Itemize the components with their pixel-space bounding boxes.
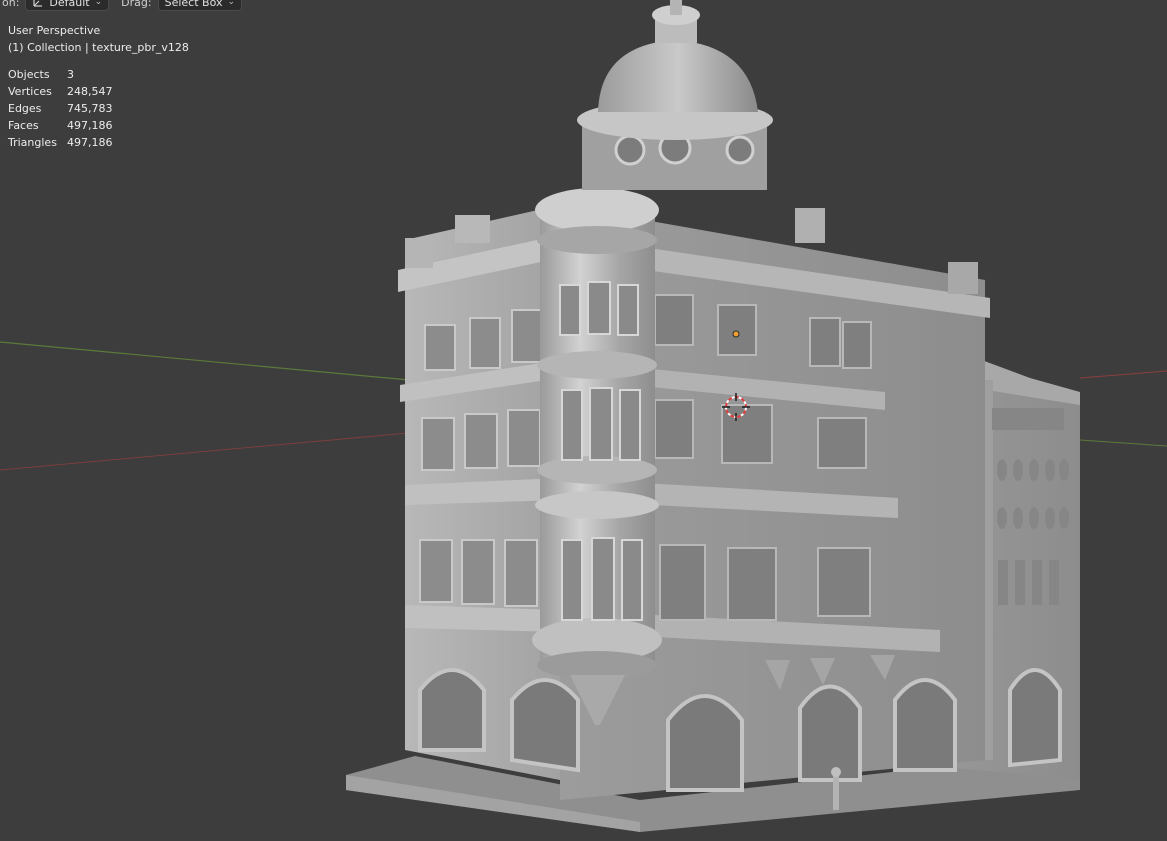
stat-value-vertices: 248,547 xyxy=(67,85,113,98)
stat-value-objects: 3 xyxy=(67,68,74,81)
y-axis-line-right xyxy=(1079,439,1167,447)
chevron-down-icon: ⌄ xyxy=(227,0,236,7)
building-mesh[interactable] xyxy=(346,0,1080,832)
viewport-header-toolbar: on: Default ⌄ Drag: Select Box ⌄ xyxy=(0,0,243,12)
stat-label-objects: Objects xyxy=(8,68,50,81)
x-axis-line xyxy=(0,431,421,471)
stat-label-edges: Edges xyxy=(8,102,42,115)
orientation-value: Default xyxy=(49,0,90,9)
stat-value-faces: 497,186 xyxy=(67,119,113,132)
chevron-down-icon: ⌄ xyxy=(94,0,103,7)
orientation-gizmo-icon xyxy=(33,0,43,7)
stat-label-faces: Faces xyxy=(8,119,39,132)
orientation-label: on: xyxy=(2,0,20,9)
drag-mode-dropdown[interactable]: Select Box ⌄ xyxy=(157,0,243,11)
drag-mode-value: Select Box xyxy=(164,0,223,9)
stat-value-edges: 745,783 xyxy=(67,102,113,115)
x-axis-line-right xyxy=(1079,370,1167,379)
drag-label: Drag: xyxy=(121,0,152,9)
stat-value-triangles: 497,186 xyxy=(67,136,113,149)
viewport-text-overlay: User Perspective (1) Collection | textur… xyxy=(8,22,189,151)
orientation-dropdown[interactable]: Default ⌄ xyxy=(25,0,110,11)
view-name: User Perspective xyxy=(8,24,101,37)
y-axis-line xyxy=(0,341,421,382)
stat-label-vertices: Vertices xyxy=(8,85,52,98)
object-origin-icon xyxy=(732,330,740,338)
stat-label-triangles: Triangles xyxy=(8,136,57,149)
collection-info: (1) Collection | texture_pbr_v128 xyxy=(8,41,189,54)
scene-statistics: Objects 3 Vertices 248,547 Edges 745,783… xyxy=(8,66,189,151)
